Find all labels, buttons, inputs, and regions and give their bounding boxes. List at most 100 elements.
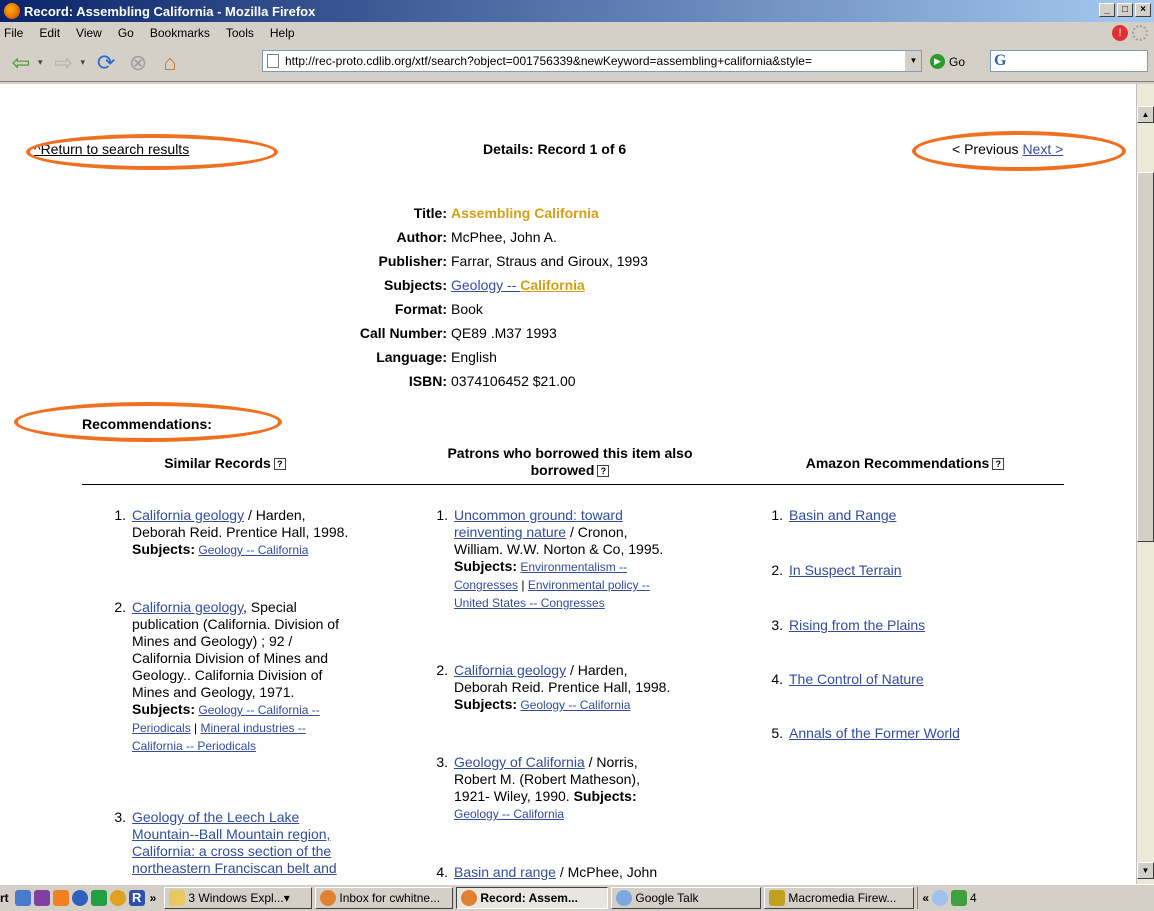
format-value: Book — [451, 301, 483, 317]
window-controls: _ □ × — [1099, 3, 1151, 17]
go-button[interactable]: ▶ Go — [930, 54, 965, 69]
subject-link-california[interactable]: California — [520, 277, 585, 293]
item-text: Mines and Geology, 1971. — [132, 684, 295, 700]
help-icon[interactable]: ? — [597, 465, 610, 478]
app3-quicklaunch-icon[interactable] — [109, 890, 126, 906]
reload-button[interactable]: ⟳ — [91, 49, 121, 77]
help-icon[interactable]: ? — [992, 458, 1005, 471]
back-button[interactable]: ⇦ — [6, 49, 36, 77]
similar-title-link[interactable]: California geology — [132, 507, 244, 523]
forward-dropdown-icon[interactable]: ▾ — [81, 57, 86, 68]
start-button-fragment[interactable]: rt — [0, 891, 9, 905]
amazon-title-link[interactable]: In Suspect Terrain — [789, 562, 902, 578]
menu-file[interactable]: File — [4, 26, 23, 40]
similar-records-header: Similar Records? — [100, 455, 350, 471]
subject-link[interactable]: Geology -- California — [198, 543, 308, 557]
chat-tray-icon[interactable] — [932, 890, 949, 906]
network-tray-icon[interactable] — [951, 890, 968, 906]
patrons-title-link[interactable]: reinventing nature — [454, 524, 566, 540]
subject-link[interactable]: United States -- Congresses — [454, 596, 605, 610]
taskbar-item-inbox[interactable]: Inbox for cwhitne... — [315, 887, 454, 909]
similar-title-link[interactable]: northeastern Franciscan belt and — [132, 860, 337, 876]
subject-link[interactable]: Environmentalism -- — [520, 560, 627, 574]
menu-view[interactable]: View — [76, 26, 102, 40]
item-number: 3. — [436, 754, 448, 770]
url-bar[interactable]: http://rec-proto.cdlib.org/xtf/search?ob… — [262, 50, 922, 72]
similar-title-link[interactable]: California geology — [132, 599, 243, 615]
menu-edit[interactable]: Edit — [39, 26, 60, 40]
subject-link[interactable]: Geology -- California — [454, 807, 564, 821]
minimize-button[interactable]: _ — [1099, 3, 1115, 17]
go-arrow-icon: ▶ — [930, 54, 945, 69]
similar-title-link[interactable]: Mountain--Ball Mountain region, — [132, 826, 330, 842]
details-heading: Details: Record 1 of 6 — [483, 141, 627, 157]
subject-link[interactable]: Periodicals — [132, 721, 191, 735]
menu-bar: File Edit View Go Bookmarks Tools Help ! — [0, 22, 1154, 44]
subjects-label: Subjects: — [573, 788, 637, 804]
search-box[interactable]: G — [990, 50, 1148, 72]
taskbar-item-record[interactable]: Record: Assem... — [456, 887, 609, 909]
url-dropdown-icon[interactable]: ▼ — [905, 51, 921, 71]
alert-icon[interactable]: ! — [1112, 25, 1128, 41]
subject-link[interactable]: Mineral industries -- — [201, 721, 306, 735]
patrons-title-link[interactable]: California geology — [454, 662, 566, 678]
subjects-label: Subjects: — [383, 277, 447, 293]
close-button[interactable]: × — [1135, 3, 1151, 17]
help-icon[interactable]: ? — [273, 458, 286, 471]
subject-link[interactable]: Environmental policy -- — [528, 578, 650, 592]
menu-bookmarks[interactable]: Bookmarks — [150, 26, 210, 40]
scroll-up-icon[interactable]: ▲ — [1137, 106, 1154, 123]
amazon-title-link[interactable]: Basin and Range — [789, 507, 896, 523]
java-quicklaunch-icon[interactable] — [71, 890, 88, 906]
r-quicklaunch-icon[interactable]: R — [128, 890, 145, 906]
item-number: 1. — [771, 507, 783, 523]
subjects-value: Geology -- California — [451, 277, 585, 293]
patrons-title-link[interactable]: Geology of California — [454, 754, 585, 770]
vertical-scrollbar[interactable]: ▲ ▼ — [1136, 84, 1154, 884]
maximize-button[interactable]: □ — [1117, 3, 1133, 17]
taskbar-item-explorer[interactable]: 3 Windows Expl... ▾ — [164, 887, 313, 909]
item-text: William. W.W. Norton & Co, 1995. — [454, 541, 664, 557]
isbn-value: 0374106452 $21.00 — [451, 373, 576, 389]
ie-quicklaunch-icon[interactable] — [14, 890, 31, 906]
amazon-title-link[interactable]: Rising from the Plains — [789, 617, 925, 633]
publisher-value: Farrar, Straus and Giroux, 1993 — [451, 253, 648, 269]
patrons-title-link[interactable]: Basin and range — [454, 864, 556, 880]
scroll-thumb[interactable] — [1137, 172, 1154, 542]
item-text: / Cronon, — [566, 524, 628, 540]
patrons-title-link[interactable]: Uncommon ground: toward — [454, 507, 623, 523]
similar-title-link[interactable]: California: a cross section of the — [132, 843, 331, 859]
forward-button[interactable]: ⇨ — [49, 49, 79, 77]
subject-link-geology[interactable]: Geology -- — [451, 277, 520, 293]
amazon-title-link[interactable]: The Control of Nature — [789, 671, 924, 687]
stop-button[interactable]: ⊗ — [123, 49, 153, 77]
quicklaunch-chevron[interactable]: » — [150, 891, 157, 905]
tray-chevron[interactable]: « — [922, 891, 929, 905]
subject-link[interactable]: Congresses — [454, 578, 518, 592]
firefox-icon — [4, 3, 20, 19]
taskbar-item-fireworks[interactable]: Macromedia Firew... — [764, 887, 915, 909]
subject-link[interactable]: Geology -- California -- — [198, 703, 319, 717]
taskbar-item-gtalk[interactable]: Google Talk — [611, 887, 762, 909]
scroll-down-icon[interactable]: ▼ — [1137, 862, 1154, 879]
app-quicklaunch-icon[interactable] — [33, 890, 50, 906]
window-titlebar: Record: Assembling California - Mozilla … — [0, 0, 1154, 22]
amazon-title-link[interactable]: Annals of the Former World — [789, 725, 960, 741]
title-value: Assembling California — [451, 205, 599, 221]
url-text[interactable]: http://rec-proto.cdlib.org/xtf/search?ob… — [285, 54, 905, 68]
back-dropdown-icon[interactable]: ▾ — [38, 57, 43, 68]
similar-title-link[interactable]: Geology of the Leech Lake — [132, 809, 299, 825]
subject-link[interactable]: Geology -- California — [520, 698, 630, 712]
publisher-label: Publisher: — [378, 253, 447, 269]
throbber-icon — [1132, 25, 1148, 41]
menu-go[interactable]: Go — [118, 26, 134, 40]
subject-link[interactable]: California -- Periodicals — [132, 739, 256, 753]
call-number-value: QE89 .M37 1993 — [451, 325, 557, 341]
menu-tools[interactable]: Tools — [226, 26, 254, 40]
go-label: Go — [949, 54, 966, 69]
menu-help[interactable]: Help — [270, 26, 295, 40]
item-text: Geology.. California Division of — [132, 667, 323, 683]
home-button[interactable]: ⌂ — [155, 49, 185, 77]
app2-quicklaunch-icon[interactable] — [90, 890, 107, 906]
firefox-quicklaunch-icon[interactable] — [52, 890, 69, 906]
